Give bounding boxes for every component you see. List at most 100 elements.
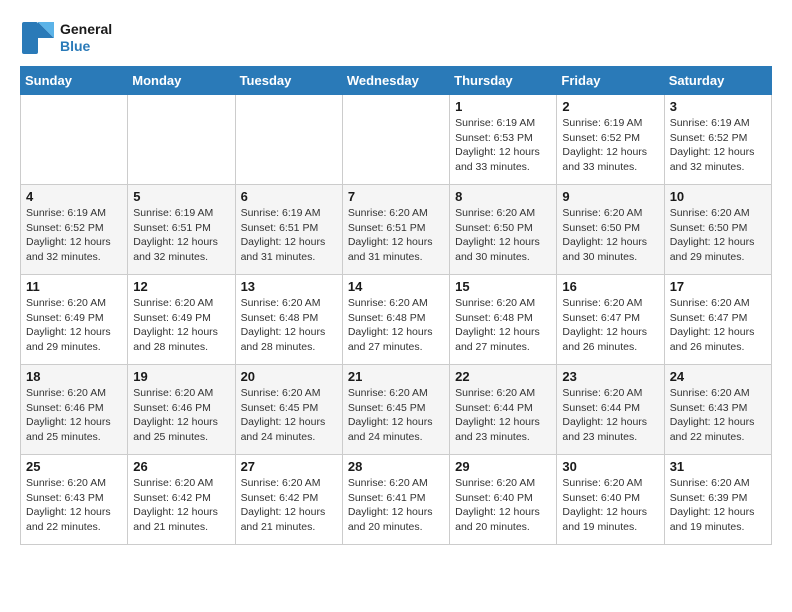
page-header: General Blue xyxy=(20,20,772,56)
weekday-header-thursday: Thursday xyxy=(450,67,557,95)
day-number: 14 xyxy=(348,279,444,294)
day-number: 23 xyxy=(562,369,658,384)
day-number: 26 xyxy=(133,459,229,474)
calendar-cell: 8Sunrise: 6:20 AMSunset: 6:50 PMDaylight… xyxy=(450,185,557,275)
weekday-header-row: SundayMondayTuesdayWednesdayThursdayFrid… xyxy=(21,67,772,95)
day-number: 1 xyxy=(455,99,551,114)
day-number: 6 xyxy=(241,189,337,204)
day-info: Sunrise: 6:20 AMSunset: 6:40 PMDaylight:… xyxy=(562,476,658,535)
calendar-cell xyxy=(342,95,449,185)
calendar-cell: 13 Sunrise: 6:20 AMSunset: 6:48 PMDayligh… xyxy=(235,275,342,365)
calendar-cell: 9 Sunrise: 6:20 AMSunset: 6:50 PMDaylight… xyxy=(557,185,664,275)
day-info: Sunrise: 6:20 AMSunset: 6:50 PMDaylight:… xyxy=(562,206,658,265)
day-number: 29 xyxy=(455,459,551,474)
day-info: Sunrise: 6:20 AMSunset: 6:45 PMDaylight:… xyxy=(348,386,444,445)
calendar-cell: 16 Sunrise: 6:20 AMSunset: 6:47 PMDayligh… xyxy=(557,275,664,365)
day-info: Sunrise: 6:20 AMSunset: 6:48 PMDaylight:… xyxy=(348,296,444,355)
day-number: 27 xyxy=(241,459,337,474)
day-number: 7 xyxy=(348,189,444,204)
day-info: Sunrise: 6:20 AMSunset: 6:44 PMDaylight:… xyxy=(455,386,551,445)
day-number: 4 xyxy=(26,189,122,204)
day-number: 16 xyxy=(562,279,658,294)
weekday-header-tuesday: Tuesday xyxy=(235,67,342,95)
day-info: Sunrise: 6:20 AMSunset: 6:43 PMDaylight:… xyxy=(26,476,122,535)
calendar-cell: 11 Sunrise: 6:20 AMSunset: 6:49 PMDayligh… xyxy=(21,275,128,365)
day-info: Sunrise: 6:19 AMSunset: 6:51 PMDaylight:… xyxy=(133,206,229,265)
day-number: 12 xyxy=(133,279,229,294)
calendar-cell: 25Sunrise: 6:20 AMSunset: 6:43 PMDayligh… xyxy=(21,455,128,545)
day-info: Sunrise: 6:20 AMSunset: 6:47 PMDaylight:… xyxy=(670,296,766,355)
logo-blue: Blue xyxy=(60,38,112,55)
day-number: 22 xyxy=(455,369,551,384)
day-number: 24 xyxy=(670,369,766,384)
day-number: 5 xyxy=(133,189,229,204)
calendar-cell xyxy=(21,95,128,185)
calendar-cell: 26 Sunrise: 6:20 AMSunset: 6:42 PMDayligh… xyxy=(128,455,235,545)
day-number: 13 xyxy=(241,279,337,294)
day-info: Sunrise: 6:19 AMSunset: 6:52 PMDaylight:… xyxy=(670,116,766,175)
calendar-cell: 31Sunrise: 6:20 AMSunset: 6:39 PMDayligh… xyxy=(664,455,771,545)
day-info: Sunrise: 6:19 AMSunset: 6:52 PMDaylight:… xyxy=(562,116,658,175)
calendar-cell xyxy=(128,95,235,185)
calendar-cell: 22 Sunrise: 6:20 AMSunset: 6:44 PMDayligh… xyxy=(450,365,557,455)
calendar-cell: 15Sunrise: 6:20 AMSunset: 6:48 PMDayligh… xyxy=(450,275,557,365)
calendar-cell: 18 Sunrise: 6:20 AMSunset: 6:46 PMDayligh… xyxy=(21,365,128,455)
day-number: 3 xyxy=(670,99,766,114)
day-info: Sunrise: 6:20 AMSunset: 6:40 PMDaylight:… xyxy=(455,476,551,535)
day-info: Sunrise: 6:20 AMSunset: 6:46 PMDaylight:… xyxy=(26,386,122,445)
day-number: 30 xyxy=(562,459,658,474)
day-number: 10 xyxy=(670,189,766,204)
calendar-week-row: 4 Sunrise: 6:19 AMSunset: 6:52 PMDaylight… xyxy=(21,185,772,275)
day-number: 18 xyxy=(26,369,122,384)
day-number: 8 xyxy=(455,189,551,204)
day-info: Sunrise: 6:20 AMSunset: 6:46 PMDaylight:… xyxy=(133,386,229,445)
weekday-header-sunday: Sunday xyxy=(21,67,128,95)
day-info: Sunrise: 6:20 AMSunset: 6:48 PMDaylight:… xyxy=(241,296,337,355)
calendar-cell: 24 Sunrise: 6:20 AMSunset: 6:43 PMDayligh… xyxy=(664,365,771,455)
day-info: Sunrise: 6:20 AMSunset: 6:41 PMDaylight:… xyxy=(348,476,444,535)
day-number: 15 xyxy=(455,279,551,294)
day-number: 28 xyxy=(348,459,444,474)
calendar-cell: 4 Sunrise: 6:19 AMSunset: 6:52 PMDaylight… xyxy=(21,185,128,275)
calendar-week-row: 1Sunrise: 6:19 AMSunset: 6:53 PMDaylight… xyxy=(21,95,772,185)
day-number: 11 xyxy=(26,279,122,294)
calendar-cell xyxy=(235,95,342,185)
day-info: Sunrise: 6:20 AMSunset: 6:47 PMDaylight:… xyxy=(562,296,658,355)
day-info: Sunrise: 6:19 AMSunset: 6:52 PMDaylight:… xyxy=(26,206,122,265)
calendar-cell: 30 Sunrise: 6:20 AMSunset: 6:40 PMDayligh… xyxy=(557,455,664,545)
day-info: Sunrise: 6:19 AMSunset: 6:51 PMDaylight:… xyxy=(241,206,337,265)
calendar-cell: 7 Sunrise: 6:20 AMSunset: 6:51 PMDaylight… xyxy=(342,185,449,275)
calendar-cell: 27 Sunrise: 6:20 AMSunset: 6:42 PMDayligh… xyxy=(235,455,342,545)
day-info: Sunrise: 6:20 AMSunset: 6:39 PMDaylight:… xyxy=(670,476,766,535)
calendar-week-row: 18 Sunrise: 6:20 AMSunset: 6:46 PMDayligh… xyxy=(21,365,772,455)
calendar-cell: 1Sunrise: 6:19 AMSunset: 6:53 PMDaylight… xyxy=(450,95,557,185)
calendar-cell: 17Sunrise: 6:20 AMSunset: 6:47 PMDayligh… xyxy=(664,275,771,365)
day-number: 9 xyxy=(562,189,658,204)
day-number: 19 xyxy=(133,369,229,384)
calendar-cell: 5 Sunrise: 6:19 AMSunset: 6:51 PMDaylight… xyxy=(128,185,235,275)
day-info: Sunrise: 6:20 AMSunset: 6:42 PMDaylight:… xyxy=(133,476,229,535)
day-info: Sunrise: 6:20 AMSunset: 6:42 PMDaylight:… xyxy=(241,476,337,535)
calendar-cell: 29 Sunrise: 6:20 AMSunset: 6:40 PMDayligh… xyxy=(450,455,557,545)
day-number: 20 xyxy=(241,369,337,384)
weekday-header-monday: Monday xyxy=(128,67,235,95)
calendar-cell: 23 Sunrise: 6:20 AMSunset: 6:44 PMDayligh… xyxy=(557,365,664,455)
day-info: Sunrise: 6:20 AMSunset: 6:49 PMDaylight:… xyxy=(26,296,122,355)
calendar-cell: 2 Sunrise: 6:19 AMSunset: 6:52 PMDaylight… xyxy=(557,95,664,185)
calendar-cell: 6 Sunrise: 6:19 AMSunset: 6:51 PMDaylight… xyxy=(235,185,342,275)
day-info: Sunrise: 6:20 AMSunset: 6:51 PMDaylight:… xyxy=(348,206,444,265)
day-info: Sunrise: 6:20 AMSunset: 6:50 PMDaylight:… xyxy=(670,206,766,265)
logo-general: General xyxy=(60,21,112,38)
calendar-cell: 20Sunrise: 6:20 AMSunset: 6:45 PMDayligh… xyxy=(235,365,342,455)
weekday-header-saturday: Saturday xyxy=(664,67,771,95)
weekday-header-friday: Friday xyxy=(557,67,664,95)
logo-block: General Blue xyxy=(20,20,112,56)
logo-icon xyxy=(20,20,56,56)
day-number: 2 xyxy=(562,99,658,114)
day-info: Sunrise: 6:20 AMSunset: 6:49 PMDaylight:… xyxy=(133,296,229,355)
day-info: Sunrise: 6:20 AMSunset: 6:44 PMDaylight:… xyxy=(562,386,658,445)
day-info: Sunrise: 6:20 AMSunset: 6:43 PMDaylight:… xyxy=(670,386,766,445)
calendar-cell: 28 Sunrise: 6:20 AMSunset: 6:41 PMDayligh… xyxy=(342,455,449,545)
calendar-cell: 19 Sunrise: 6:20 AMSunset: 6:46 PMDayligh… xyxy=(128,365,235,455)
calendar-cell: 14 Sunrise: 6:20 AMSunset: 6:48 PMDayligh… xyxy=(342,275,449,365)
